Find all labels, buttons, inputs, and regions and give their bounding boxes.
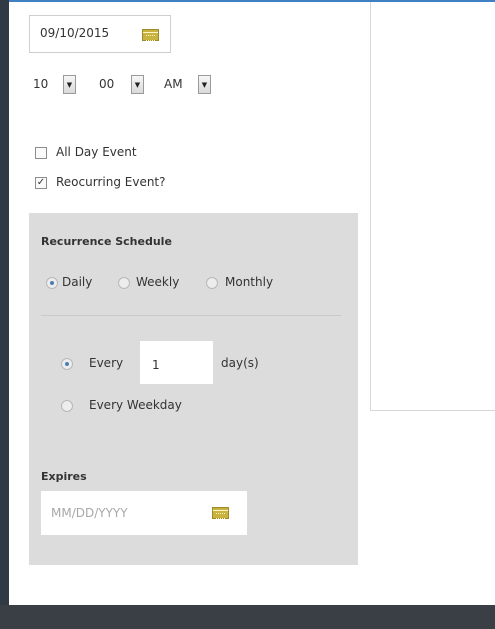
start-date-value: 09/10/2015 xyxy=(40,26,110,40)
all-day-checkbox[interactable] xyxy=(35,147,47,159)
recurring-checkbox[interactable]: ✓ xyxy=(35,177,47,189)
window-left-border xyxy=(0,0,9,612)
calendar-icon[interactable] xyxy=(212,507,229,519)
calendar-icon[interactable] xyxy=(142,29,159,41)
ampm-value: AM xyxy=(164,77,183,91)
monthly-radio[interactable] xyxy=(206,277,218,289)
every-days-value: 1 xyxy=(152,358,160,372)
expires-date-field[interactable]: MM/DD/YYYY xyxy=(41,491,247,535)
monthly-label: Monthly xyxy=(225,275,274,289)
hour-select[interactable]: 10 ▼ xyxy=(29,67,81,103)
chevron-down-icon[interactable]: ▼ xyxy=(63,75,76,94)
divider xyxy=(41,315,341,316)
side-panel xyxy=(370,2,495,411)
recurring-label: Reocurring Event? xyxy=(56,175,166,189)
all-day-label: All Day Event xyxy=(56,145,137,159)
chevron-down-icon[interactable]: ▼ xyxy=(198,75,211,94)
recurrence-panel: Recurrence Schedule Daily Weekly Monthly… xyxy=(29,213,358,565)
chevron-down-icon[interactable]: ▼ xyxy=(131,75,144,94)
window-bottom-bar xyxy=(0,605,495,629)
ampm-select[interactable]: AM ▼ xyxy=(160,67,220,103)
every-radio[interactable] xyxy=(61,358,73,370)
daily-label: Daily xyxy=(62,275,93,289)
start-date-field[interactable]: 09/10/2015 xyxy=(29,15,171,53)
minute-value: 00 xyxy=(99,77,115,91)
every-weekday-radio[interactable] xyxy=(61,400,73,412)
recurrence-heading: Recurrence Schedule xyxy=(41,235,172,248)
expires-placeholder: MM/DD/YYYY xyxy=(51,506,128,520)
expires-heading: Expires xyxy=(41,470,87,483)
daily-radio[interactable] xyxy=(46,277,58,289)
every-unit-label: day(s) xyxy=(221,356,259,370)
minute-select[interactable]: 00 ▼ xyxy=(95,67,151,103)
every-label: Every xyxy=(89,356,124,370)
every-weekday-label: Every Weekday xyxy=(89,398,182,412)
every-days-input[interactable]: 1 xyxy=(140,341,213,384)
hour-value: 10 xyxy=(33,77,49,91)
weekly-radio[interactable] xyxy=(118,277,130,289)
weekly-label: Weekly xyxy=(136,275,180,289)
